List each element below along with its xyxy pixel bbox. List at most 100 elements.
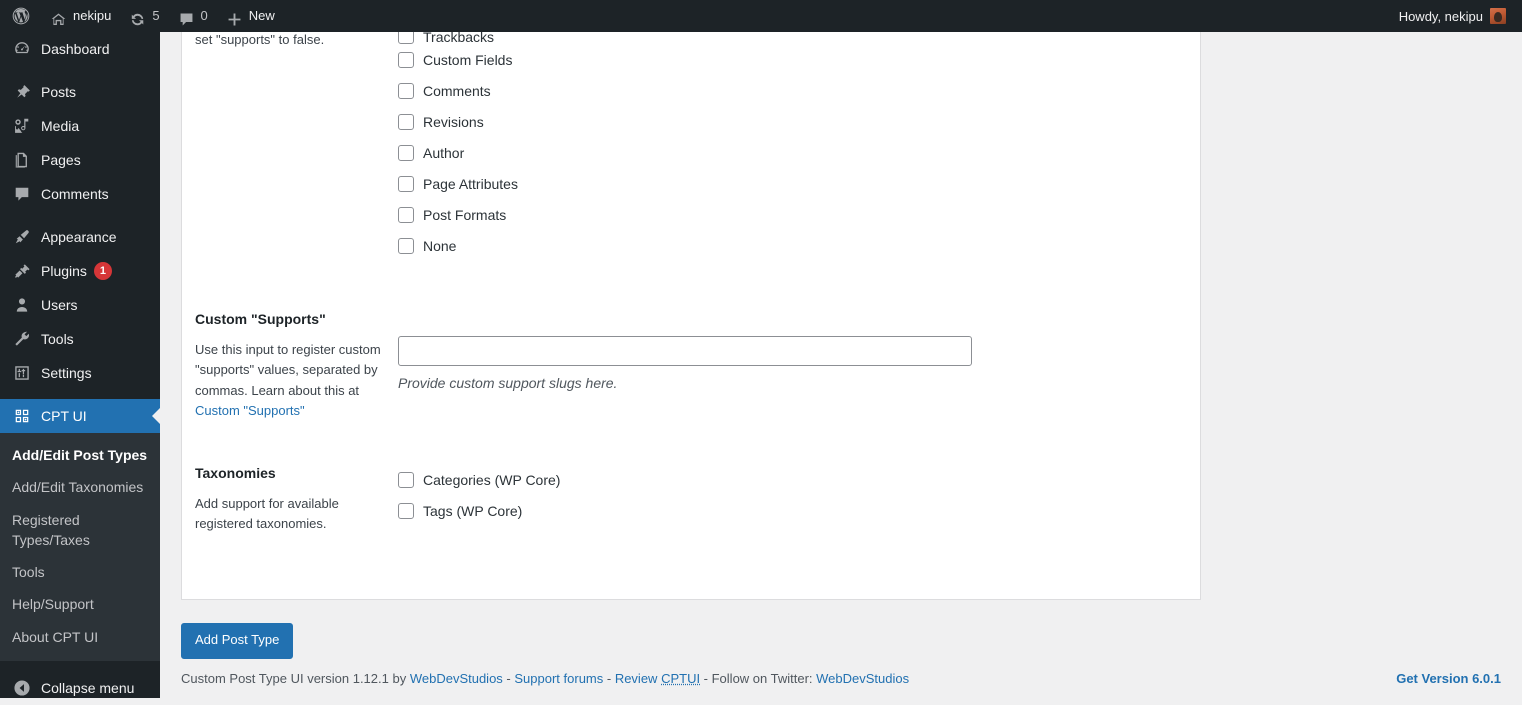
checkbox-row-none[interactable]: None	[398, 230, 1200, 261]
sidebar-item-plugins[interactable]: Plugins 1	[0, 254, 160, 288]
media-icon	[12, 116, 32, 136]
footer-separator: -	[502, 670, 515, 686]
checkbox-label[interactable]: Categories (WP Core)	[423, 473, 560, 487]
taxonomies-description: Add support for available registered tax…	[195, 495, 339, 532]
updates-button[interactable]: 5	[120, 0, 168, 32]
checkbox-label[interactable]: Page Attributes	[423, 177, 518, 191]
sidebar-item-tools[interactable]: Tools	[0, 322, 160, 356]
wordpress-logo-button[interactable]	[0, 0, 41, 32]
sidebar-item-settings[interactable]: Settings	[0, 356, 160, 390]
checkbox-label[interactable]: Trackbacks	[423, 32, 494, 44]
settings-sliders-icon	[12, 363, 32, 383]
collapse-menu-label: Collapse menu	[41, 680, 135, 697]
comments-button[interactable]: 0	[169, 0, 217, 32]
footer-separator: -	[603, 670, 615, 686]
checkbox-trackbacks[interactable]	[398, 32, 414, 44]
menu-separator	[0, 66, 160, 75]
checkbox-comments[interactable]	[398, 82, 414, 99]
sidebar-item-dashboard[interactable]: Dashboard	[0, 32, 160, 66]
wordpress-logo-icon	[11, 6, 31, 26]
site-name-label: nekipu	[73, 8, 112, 23]
collapse-menu-button[interactable]: Collapse menu	[0, 671, 160, 705]
checkbox-post-formats[interactable]	[398, 206, 414, 223]
taxonomies-row: Taxonomies Add support for available reg…	[182, 463, 1200, 535]
get-version-link[interactable]: Get Version 6.0.1	[1396, 671, 1501, 686]
updates-count: 5	[152, 8, 160, 23]
checkbox-custom-fields[interactable]	[398, 51, 414, 68]
add-post-type-button[interactable]: Add Post Type	[181, 623, 294, 659]
plug-icon	[12, 261, 32, 281]
custom-supports-heading: Custom "Supports"	[195, 311, 326, 327]
sidebar-item-users[interactable]: Users	[0, 288, 160, 322]
new-content-button[interactable]: New	[217, 0, 284, 32]
footer-version-text: Custom Post Type UI version 1.12.1 by	[181, 670, 410, 686]
checkbox-row-revisions[interactable]: Revisions	[398, 106, 1200, 137]
sidebar-item-label: CPT UI	[41, 408, 87, 424]
checkbox-label[interactable]: Custom Fields	[423, 53, 512, 67]
footer-webdevstudios-link[interactable]: WebDevStudios	[410, 671, 503, 686]
taxonomies-checkbox-group: Categories (WP Core) Tags (WP Core)	[398, 463, 1200, 535]
checkbox-label[interactable]: Post Formats	[423, 208, 506, 222]
submenu-item-registered-types-taxes[interactable]: Registered Types/Taxes	[0, 504, 160, 557]
sidebar-item-pages[interactable]: Pages	[0, 143, 160, 177]
howdy-account-button[interactable]: Howdy, nekipu	[1387, 8, 1512, 24]
checkbox-label[interactable]: Author	[423, 146, 464, 160]
footer-review-prefix: Review	[614, 670, 662, 686]
checkbox-revisions[interactable]	[398, 113, 414, 130]
checkbox-none[interactable]	[398, 237, 414, 254]
submenu-item-help-support[interactable]: Help/Support	[0, 588, 160, 620]
taxonomies-heading: Taxonomies	[195, 465, 276, 481]
custom-supports-field-column: Provide custom support slugs here.	[398, 309, 1200, 422]
footer-credits: Custom Post Type UI version 1.12.1 by We…	[181, 671, 1396, 686]
checkbox-row-custom-fields[interactable]: Custom Fields	[398, 44, 1200, 75]
custom-supports-left-column: Custom "Supports" Use this input to regi…	[182, 309, 398, 422]
checkbox-row-post-formats[interactable]: Post Formats	[398, 199, 1200, 230]
submenu-item-add-edit-taxonomies[interactable]: Add/Edit Taxonomies	[0, 471, 160, 503]
checkbox-categories[interactable]	[398, 471, 414, 488]
avatar	[1490, 8, 1506, 24]
checkbox-tags[interactable]	[398, 502, 414, 519]
submenu-item-tools[interactable]: Tools	[0, 556, 160, 588]
checkbox-row-tags[interactable]: Tags (WP Core)	[398, 495, 1200, 526]
comments-count: 0	[200, 8, 208, 23]
footer-twitter-link[interactable]: WebDevStudios	[816, 671, 909, 686]
checkbox-row-author[interactable]: Author	[398, 137, 1200, 168]
footer-review-link[interactable]: Review CPTUI	[615, 671, 700, 686]
custom-supports-doc-link[interactable]: Custom "Supports"	[195, 403, 305, 418]
sidebar-item-label: Plugins	[41, 263, 87, 279]
comment-icon	[12, 184, 32, 204]
custom-supports-description: Use this input to register custom "suppo…	[195, 340, 384, 422]
custom-supports-hint: Provide custom support slugs here.	[398, 375, 618, 391]
submenu-item-add-edit-post-types[interactable]: Add/Edit Post Types	[0, 439, 160, 471]
checkbox-row-comments[interactable]: Comments	[398, 75, 1200, 106]
sidebar-item-label: Media	[41, 118, 80, 134]
checkbox-label[interactable]: Tags (WP Core)	[423, 504, 522, 518]
cpt-ui-submenu: Add/Edit Post Types Add/Edit Taxonomies …	[0, 433, 160, 662]
sidebar-item-appearance[interactable]: Appearance	[0, 220, 160, 254]
custom-supports-input[interactable]	[398, 336, 972, 366]
checkbox-author[interactable]	[398, 144, 414, 161]
paintbrush-icon	[12, 227, 32, 247]
checkbox-page-attributes[interactable]	[398, 175, 414, 192]
sidebar-item-media[interactable]: Media	[0, 109, 160, 143]
pages-icon	[12, 150, 32, 170]
sidebar-item-comments[interactable]: Comments	[0, 177, 160, 211]
sidebar-item-label: Tools	[41, 331, 74, 347]
user-icon	[12, 295, 32, 315]
supports-checkbox-group: Trackbacks Custom Fields Comments Revisi…	[398, 32, 1200, 261]
menu-separator	[0, 390, 160, 399]
checkbox-label[interactable]: Comments	[423, 84, 491, 98]
checkbox-row-page-attributes[interactable]: Page Attributes	[398, 168, 1200, 199]
sidebar-item-cpt-ui[interactable]: CPT UI	[0, 399, 160, 433]
checkbox-label[interactable]: Revisions	[423, 115, 484, 129]
wrench-icon	[12, 329, 32, 349]
submenu-item-about-cpt-ui[interactable]: About CPT UI	[0, 621, 160, 653]
footer-support-forums-link[interactable]: Support forums	[514, 671, 603, 686]
checkbox-label[interactable]: None	[423, 239, 456, 253]
checkbox-row-trackbacks[interactable]: Trackbacks	[398, 32, 1200, 44]
plugins-update-badge: 1	[93, 262, 112, 280]
checkbox-row-categories[interactable]: Categories (WP Core)	[398, 464, 1200, 495]
taxonomies-left-column: Taxonomies Add support for available reg…	[182, 463, 398, 535]
site-name-button[interactable]: nekipu	[41, 0, 120, 32]
sidebar-item-posts[interactable]: Posts	[0, 75, 160, 109]
